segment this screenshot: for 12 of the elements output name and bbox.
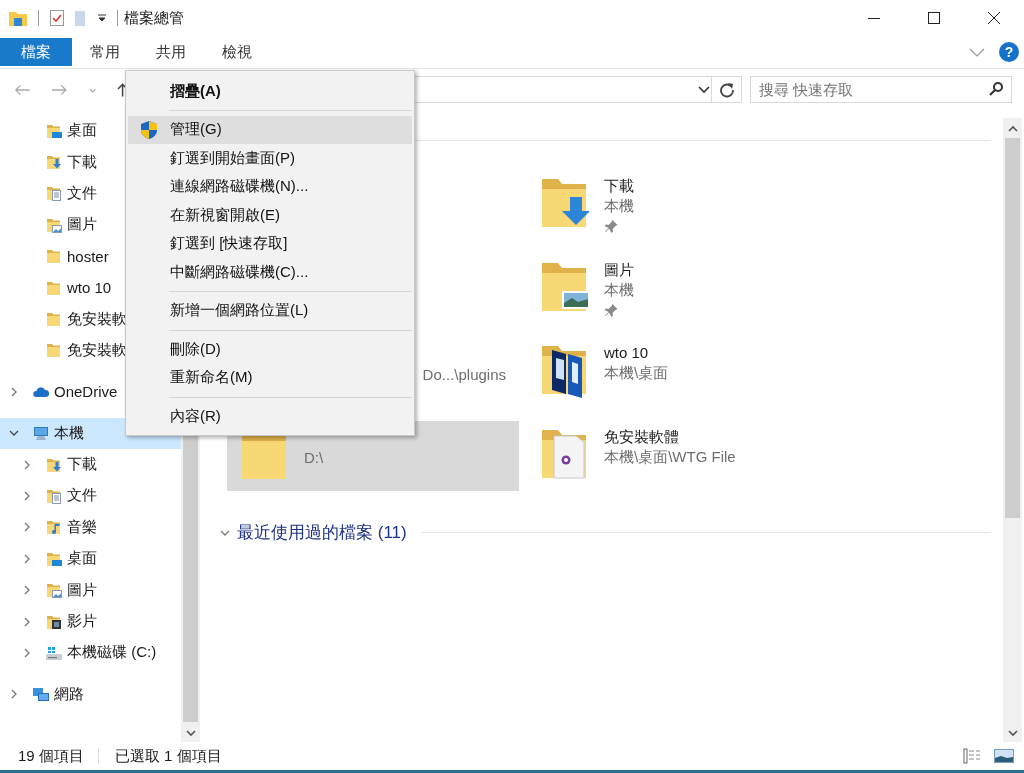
folder-path: 本機\桌面\WTG File (604, 446, 737, 467)
folder-path: 本機\桌面 (604, 363, 670, 383)
folder-name: 圖片 (604, 259, 635, 280)
status-text: 19 個項目 (18, 746, 84, 766)
folder-path: 本機 (604, 279, 635, 300)
folder-name: 免安裝軟體 (604, 426, 680, 447)
folder-name: 下載 (604, 176, 635, 196)
status-text: 已選取 1 個項目 (114, 746, 222, 766)
folder-path: D:\ (304, 448, 325, 468)
window-title: 檔案總管 (124, 8, 184, 28)
folder-name: wto 10 (604, 343, 650, 363)
folder-path: 本機 (604, 196, 635, 216)
